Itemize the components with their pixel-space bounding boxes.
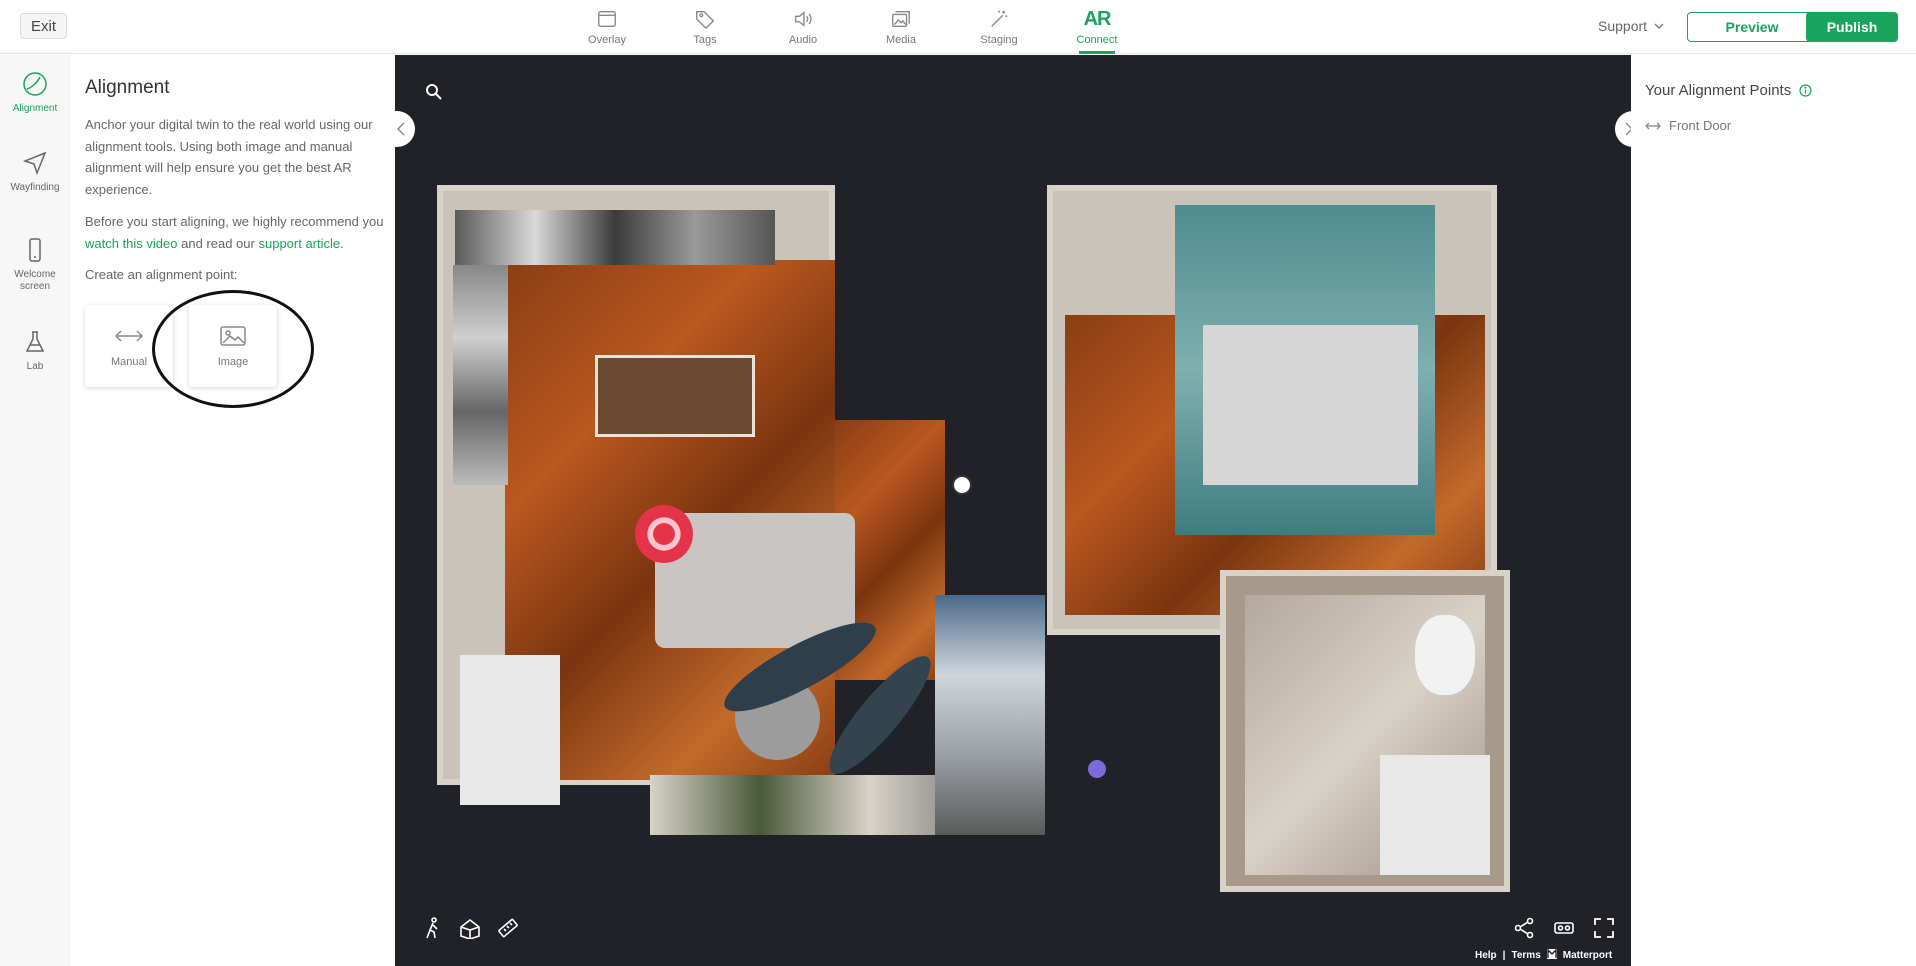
tab-label: Overlay	[588, 34, 626, 46]
walk-icon[interactable]	[423, 917, 443, 939]
vr-headset-icon[interactable]	[1553, 917, 1575, 939]
recommend-text: .	[340, 235, 344, 251]
rail-label: Welcome	[14, 269, 56, 280]
tab-tags[interactable]: Tags	[656, 0, 754, 54]
measure-icon[interactable]	[497, 917, 519, 939]
chevron-left-icon	[397, 122, 405, 136]
phone-icon	[29, 238, 41, 262]
publish-button[interactable]: Publish	[1806, 12, 1898, 42]
rail-item-welcome-screen[interactable]: Welcome screen	[0, 237, 70, 293]
footer-separator: |	[1502, 950, 1506, 961]
support-label: Support	[1598, 18, 1648, 34]
speaker-icon	[791, 8, 815, 30]
tab-audio[interactable]: Audio	[754, 0, 852, 54]
media-icon	[889, 8, 913, 30]
recommend-text: and read our	[181, 235, 255, 251]
tab-connect[interactable]: AR Connect	[1048, 0, 1146, 54]
main-tabs: Overlay Tags Audio Media Staging AR Conn…	[558, 0, 1146, 54]
panel-recommendation: Before you start aligning, we highly rec…	[85, 211, 385, 254]
matterport-logo-icon	[1546, 948, 1557, 962]
panel-intro: Anchor your digital twin to the real wor…	[85, 117, 373, 197]
tab-label: Media	[886, 34, 916, 46]
flask-icon	[25, 331, 45, 352]
chevron-down-icon	[1654, 23, 1664, 29]
tab-label: Audio	[788, 34, 818, 46]
matterport-brand[interactable]: Matterport	[1563, 950, 1612, 961]
alignment-target-marker[interactable]	[635, 505, 693, 563]
alignment-points-panel: Your Alignment Points Front Door	[1631, 55, 1916, 966]
rail-label: Lab	[26, 361, 44, 372]
tab-overlay[interactable]: Overlay	[558, 0, 656, 54]
panel-title: Alignment	[85, 77, 170, 98]
help-link[interactable]: Help	[1475, 950, 1497, 961]
fullscreen-icon[interactable]	[1593, 917, 1615, 939]
ar-icon: AR	[1083, 8, 1112, 30]
viewer-tools	[423, 917, 519, 939]
alignment-point-item[interactable]: Front Door	[1645, 118, 1731, 133]
card-label: Manual	[110, 356, 148, 368]
double-arrow-icon	[114, 324, 144, 348]
dollhouse-icon[interactable]	[459, 917, 481, 939]
tab-label: Tags	[693, 34, 717, 46]
viewer-footer: Help | Terms Matterport	[1475, 948, 1612, 962]
left-rail: Alignment Wayfinding Welcome screen Lab	[0, 55, 70, 966]
tab-staging[interactable]: Staging	[950, 0, 1048, 54]
image-alignment-card[interactable]: Image	[189, 305, 277, 387]
collapse-left-panel-button[interactable]	[395, 111, 415, 147]
mattertag-marker[interactable]	[952, 475, 972, 495]
double-arrow-icon	[1645, 122, 1661, 129]
navigation-arrow-icon	[22, 151, 47, 176]
magic-wand-icon	[987, 8, 1011, 30]
info-icon[interactable]	[1799, 84, 1812, 97]
rail-label: screen	[19, 281, 50, 292]
rail-label: Alignment	[12, 103, 58, 114]
recommend-text: Before you start aligning, we highly rec…	[85, 214, 384, 229]
tag-icon	[693, 8, 717, 30]
create-point-label: Create an alignment point:	[85, 267, 238, 282]
rail-item-alignment[interactable]: Alignment	[0, 71, 70, 115]
watch-video-link[interactable]: watch this video	[85, 236, 178, 251]
rail-item-lab[interactable]: Lab	[0, 329, 70, 373]
3d-viewer[interactable]: Help | Terms Matterport	[395, 55, 1631, 966]
alignment-point-label: Front Door	[1669, 118, 1732, 133]
alignment-panel: Alignment Anchor your digital twin to th…	[70, 55, 395, 966]
viewer-actions	[1513, 917, 1615, 939]
image-icon	[219, 324, 247, 348]
sweep-marker[interactable]	[1088, 760, 1106, 778]
alignment-points-title: Your Alignment Points	[1645, 82, 1812, 99]
tab-label: Staging	[980, 34, 1018, 46]
share-icon[interactable]	[1513, 917, 1535, 939]
overlay-icon	[595, 8, 619, 30]
support-article-link[interactable]: support article	[258, 236, 340, 251]
top-bar: Exit Overlay Tags Audio Media Staging AR…	[0, 0, 1916, 54]
search-icon[interactable]	[425, 83, 443, 106]
terms-link[interactable]: Terms	[1511, 950, 1540, 961]
manual-alignment-card[interactable]: Manual	[85, 305, 173, 387]
alignment-icon	[23, 72, 47, 96]
chevron-right-icon	[1625, 122, 1631, 136]
tab-media[interactable]: Media	[852, 0, 950, 54]
rail-label: Wayfinding	[10, 182, 60, 193]
support-menu[interactable]: Support	[1598, 18, 1665, 34]
card-label: Image	[217, 356, 249, 368]
collapse-right-panel-button[interactable]	[1615, 111, 1631, 147]
tab-label: Connect	[1076, 34, 1118, 46]
preview-button[interactable]: Preview	[1687, 12, 1817, 42]
alignment-points-title-text: Your Alignment Points	[1645, 82, 1792, 99]
exit-button[interactable]: Exit	[20, 13, 68, 39]
rail-item-wayfinding[interactable]: Wayfinding	[0, 150, 70, 194]
